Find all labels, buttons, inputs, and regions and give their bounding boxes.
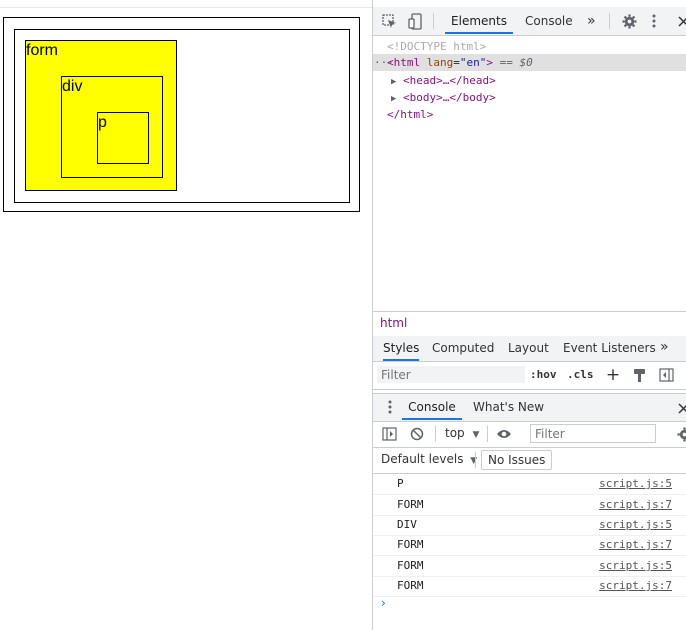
console-levels-row: Default levels ▼ No Issues	[373, 448, 686, 474]
html-open-end: >	[486, 56, 493, 69]
breadcrumb-html[interactable]: html	[380, 316, 407, 330]
new-style-rule-icon[interactable]: +	[605, 365, 621, 385]
context-value: top	[445, 426, 465, 440]
message-text: FORM	[397, 579, 424, 592]
dropdown-arrow-icon: ▼	[470, 456, 478, 466]
head-tag: <head>…</head>	[403, 74, 496, 87]
styles-filter-input[interactable]	[377, 366, 525, 383]
inspect-element-icon[interactable]	[381, 13, 397, 29]
styles-subtabs: Styles Computed Layout Event Listeners »	[373, 336, 686, 362]
console-message: DIV script.js:5	[373, 515, 686, 536]
drawer-tab-console[interactable]: Console	[402, 394, 462, 420]
console-message: Pscript.js:5	[373, 474, 686, 495]
live-expression-eye-icon[interactable]	[495, 426, 513, 442]
outer-frame: form div p	[3, 17, 360, 212]
source-link[interactable]: script.js:5	[599, 474, 672, 494]
console-message: FORM script.js:7	[373, 576, 686, 597]
form-label: form	[26, 42, 58, 59]
source-link[interactable]: script.js:7	[599, 495, 672, 515]
default-levels-label: Default levels	[381, 452, 464, 466]
console-message: FORM script.js:7	[373, 535, 686, 556]
doctype-text: <!DOCTYPE html>	[387, 40, 487, 53]
message-text: FORM	[397, 498, 424, 511]
console-drawer-tabbar: Console What's New	[373, 393, 686, 422]
more-tabs-button[interactable]: »	[587, 7, 596, 34]
rendered-page: form div p	[0, 0, 372, 630]
html-attr-value: "en"	[459, 56, 487, 69]
tab-elements[interactable]: Elements	[445, 7, 513, 34]
p-label: p	[98, 114, 107, 131]
html-close-tag: </html>	[387, 108, 434, 121]
console-message: FORM script.js:5	[373, 556, 686, 577]
hov-toggle[interactable]: :hov	[530, 368, 557, 381]
console-message: FORM script.js:7	[373, 495, 686, 516]
body-tag: <body>…</body>	[403, 91, 496, 104]
settings-gear-icon[interactable]	[621, 13, 637, 29]
console-toolbar-separator	[435, 426, 436, 442]
dropdown-arrow-icon: ▼	[472, 430, 480, 440]
dom-head-node[interactable]: ▶ <head>…</head>	[391, 72, 496, 89]
console-prompt[interactable]: ›	[381, 596, 386, 610]
html-open-tag: <html	[387, 56, 421, 69]
console-toolbar-separator-2	[487, 426, 488, 442]
message-text: FORM	[397, 538, 424, 551]
expand-triangle-icon[interactable]: ▶	[391, 77, 396, 87]
toggle-sidebar-icon[interactable]	[658, 367, 674, 383]
kebab-menu-icon[interactable]	[649, 13, 659, 29]
levels-separator	[475, 452, 476, 468]
console-toolbar: top ▼	[373, 421, 686, 448]
dom-doctype[interactable]: <!DOCTYPE html>	[387, 38, 486, 55]
tab-styles[interactable]: Styles	[383, 336, 420, 361]
console-settings-gear-icon[interactable]	[676, 426, 686, 442]
message-text: DIV	[397, 518, 417, 531]
devtools-tabbar: Elements Console »	[373, 7, 686, 36]
cls-toggle[interactable]: .cls	[567, 368, 594, 381]
tab-computed[interactable]: Computed	[432, 336, 494, 360]
div-box[interactable]: div p	[61, 76, 163, 178]
form-box[interactable]: form div p	[25, 40, 177, 191]
tabbar-separator	[433, 13, 434, 29]
dom-html-node-selected[interactable]: ··· <html lang="en"> == $0	[373, 54, 686, 71]
html-attr-name: lang	[426, 56, 454, 69]
inner-frame: form div p	[14, 29, 350, 203]
drawer-menu-icon[interactable]	[385, 399, 395, 415]
source-link[interactable]: script.js:7	[599, 535, 672, 555]
console-filter-input[interactable]	[530, 424, 656, 443]
source-link[interactable]: script.js:7	[599, 576, 672, 596]
default-levels-dropdown[interactable]: Default levels ▼	[381, 452, 477, 466]
selected-marker: == $0	[499, 56, 533, 69]
tab-layout[interactable]: Layout	[508, 336, 549, 360]
div-label: div	[62, 78, 83, 95]
styles-filter-row: :hov .cls +	[373, 362, 686, 390]
p-box[interactable]: p	[97, 112, 149, 164]
no-issues-button[interactable]: No Issues	[481, 450, 553, 470]
clear-console-icon[interactable]	[409, 426, 425, 442]
tab-console[interactable]: Console	[525, 7, 573, 34]
expand-triangle-icon[interactable]: ▶	[391, 94, 396, 104]
source-link[interactable]: script.js:5	[599, 556, 672, 576]
dom-html-close[interactable]: </html>	[387, 106, 433, 123]
tabbar-separator-2	[609, 13, 610, 29]
breadcrumb: html	[373, 311, 686, 337]
tab-event-listeners[interactable]: Event Listeners	[563, 336, 656, 360]
paint-brush-icon[interactable]	[631, 367, 647, 383]
device-toolbar-icon[interactable]	[407, 12, 423, 30]
close-drawer-icon[interactable]	[676, 401, 686, 415]
devtools-panel: Elements Console » <!DOCTYPE html> ··· <…	[372, 0, 686, 630]
message-text: P	[397, 477, 404, 490]
drawer-tab-whats-new[interactable]: What's New	[473, 394, 544, 420]
more-subtabs-button[interactable]: »	[660, 336, 669, 360]
show-sidebar-icon[interactable]	[381, 426, 397, 442]
source-link[interactable]: script.js:5	[599, 515, 672, 535]
dom-body-node[interactable]: ▶ <body>…</body>	[391, 89, 496, 106]
message-text: FORM	[397, 559, 424, 572]
context-selector[interactable]: top ▼	[445, 426, 479, 440]
close-devtools-icon[interactable]	[676, 14, 686, 28]
